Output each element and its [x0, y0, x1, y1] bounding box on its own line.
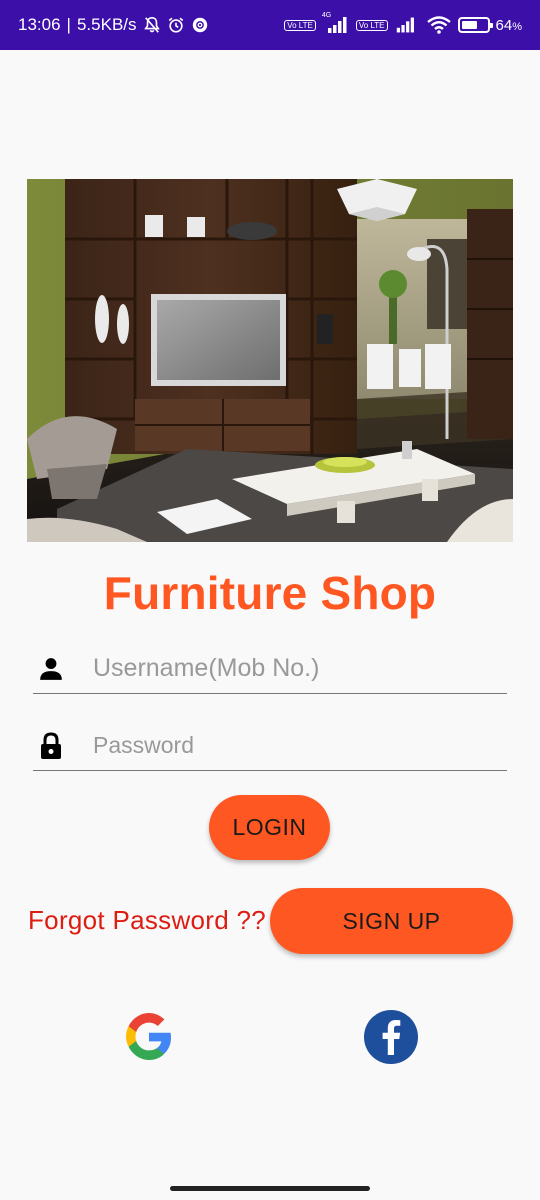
status-left: 13:06 | 5.5KB/s: [18, 15, 209, 35]
battery-icon: [457, 17, 493, 33]
mute-icon: [143, 16, 160, 33]
username-input[interactable]: [93, 654, 493, 683]
hero-image: [27, 179, 513, 542]
status-time: 13:06: [18, 15, 61, 34]
living-room-illustration: [27, 179, 513, 542]
signal-icon: [327, 17, 347, 33]
username-field[interactable]: [33, 644, 507, 694]
alarm-icon: [168, 17, 183, 33]
wifi-icon: [426, 16, 451, 34]
lock-icon: [35, 730, 67, 762]
signal-group-1: 4G: [322, 12, 350, 34]
app-title: Furniture Shop: [103, 567, 437, 619]
google-icon[interactable]: [121, 1009, 177, 1065]
password-input[interactable]: [93, 732, 493, 759]
app-notification-icon: [192, 17, 207, 33]
signup-button[interactable]: SIGN UP: [270, 888, 513, 954]
volte-icon-2: Vo LTE: [355, 19, 388, 31]
login-button[interactable]: LOGIN: [209, 795, 330, 860]
battery-percent: 64: [495, 16, 513, 34]
battery-unit: %: [512, 20, 522, 33]
battery-fill: [461, 21, 477, 29]
facebook-icon[interactable]: [363, 1009, 419, 1065]
person-icon: [35, 653, 67, 685]
volte-icon: Vo LTE: [284, 19, 316, 31]
signal-icon-2: [396, 17, 414, 33]
battery-level: 64%: [496, 17, 522, 34]
network-speed: 5.5KB/s: [76, 15, 137, 34]
forgot-password-link[interactable]: Forgot Password ??: [28, 905, 266, 936]
home-indicator[interactable]: [170, 1186, 370, 1191]
status-bar: 13:06 | 5.5KB/s Vo LTE 4G Vo LTE 64%: [0, 0, 540, 50]
password-field[interactable]: [33, 721, 507, 771]
status-separator: |: [66, 15, 71, 34]
status-right: Vo LTE 4G Vo LTE 64%: [284, 12, 522, 35]
